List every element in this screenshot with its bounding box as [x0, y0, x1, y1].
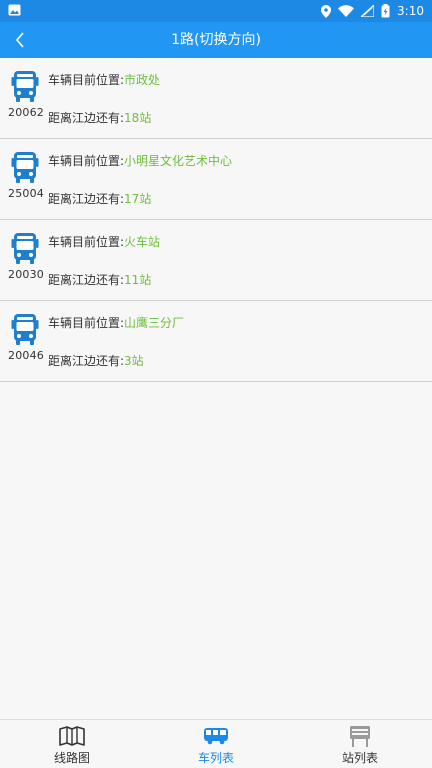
location-value: 山鹰三分厂 [124, 316, 185, 330]
back-button[interactable] [8, 28, 32, 52]
tab-label: 线路图 [53, 751, 90, 765]
bus-number: 20062 [8, 106, 44, 119]
bus-stop-icon [350, 726, 370, 747]
tab-stop-list[interactable]: 站列表 [288, 720, 432, 768]
page-title[interactable]: 1路(切换方向) [0, 22, 432, 58]
distance-value: 17站 [124, 192, 152, 206]
status-bar: 3:10 [0, 0, 432, 22]
bus-icon [11, 314, 39, 345]
location-label: 车辆目前位置: [48, 154, 125, 168]
tab-bus-list[interactable]: 车列表 [144, 720, 288, 768]
location-value: 市政处 [124, 73, 161, 87]
distance-label: 距离江边还有: [48, 273, 125, 287]
distance-label: 距离江边还有: [48, 111, 125, 125]
distance-value: 3站 [124, 354, 144, 368]
distance-value: 18站 [124, 111, 152, 125]
bus-location-line: 车辆目前位置:小明星文化艺术中心 [48, 152, 232, 169]
battery-icon [381, 4, 390, 18]
tab-label: 车列表 [197, 751, 234, 765]
location-label: 车辆目前位置: [48, 73, 125, 87]
distance-label: 距离江边还有: [48, 354, 125, 368]
bus-location-line: 车辆目前位置:市政处 [48, 71, 160, 88]
list-item[interactable]: 20030 车辆目前位置:火车站 距离江边还有:11站 [0, 220, 432, 301]
status-time: 3:10 [397, 4, 424, 18]
distance-value: 11站 [124, 273, 152, 287]
bus-location-line: 车辆目前位置:火车站 [48, 233, 160, 250]
bus-distance-line: 距离江边还有:18站 [48, 109, 151, 126]
bus-number: 25004 [8, 187, 44, 200]
bus-list: 20062 车辆目前位置:市政处 距离江边还有:18站 25004 车辆目前位置… [0, 58, 432, 382]
location-value: 小明星文化艺术中心 [124, 154, 233, 168]
bus-icon [11, 233, 39, 264]
list-item[interactable]: 20062 车辆目前位置:市政处 距离江边还有:18站 [0, 58, 432, 139]
gallery-notification-icon [8, 4, 21, 16]
list-item[interactable]: 20046 车辆目前位置:山鹰三分厂 距离江边还有:3站 [0, 301, 432, 382]
chevron-left-icon [15, 32, 24, 48]
tab-label: 站列表 [341, 751, 378, 765]
signal-icon [361, 5, 375, 17]
map-icon [59, 726, 85, 746]
wifi-icon [338, 5, 355, 17]
bus-icon [11, 71, 39, 102]
bus-icon [204, 728, 228, 745]
bus-distance-line: 距离江边还有:11站 [48, 271, 151, 288]
location-value: 火车站 [124, 235, 161, 249]
bus-number: 20046 [8, 349, 44, 362]
bus-distance-line: 距离江边还有:17站 [48, 190, 151, 207]
bus-number: 20030 [8, 268, 44, 281]
tab-route-map[interactable]: 线路图 [0, 720, 144, 768]
bus-location-line: 车辆目前位置:山鹰三分厂 [48, 314, 184, 331]
distance-label: 距离江边还有: [48, 192, 125, 206]
bus-distance-line: 距离江边还有:3站 [48, 352, 144, 369]
location-label: 车辆目前位置: [48, 235, 125, 249]
location-icon [321, 4, 332, 18]
list-item[interactable]: 25004 车辆目前位置:小明星文化艺术中心 距离江边还有:17站 [0, 139, 432, 220]
location-label: 车辆目前位置: [48, 316, 125, 330]
bus-icon [11, 152, 39, 183]
bottom-tab-bar: 线路图 车列表 站列表 [0, 719, 432, 768]
app-bar: 1路(切换方向) [0, 22, 432, 58]
